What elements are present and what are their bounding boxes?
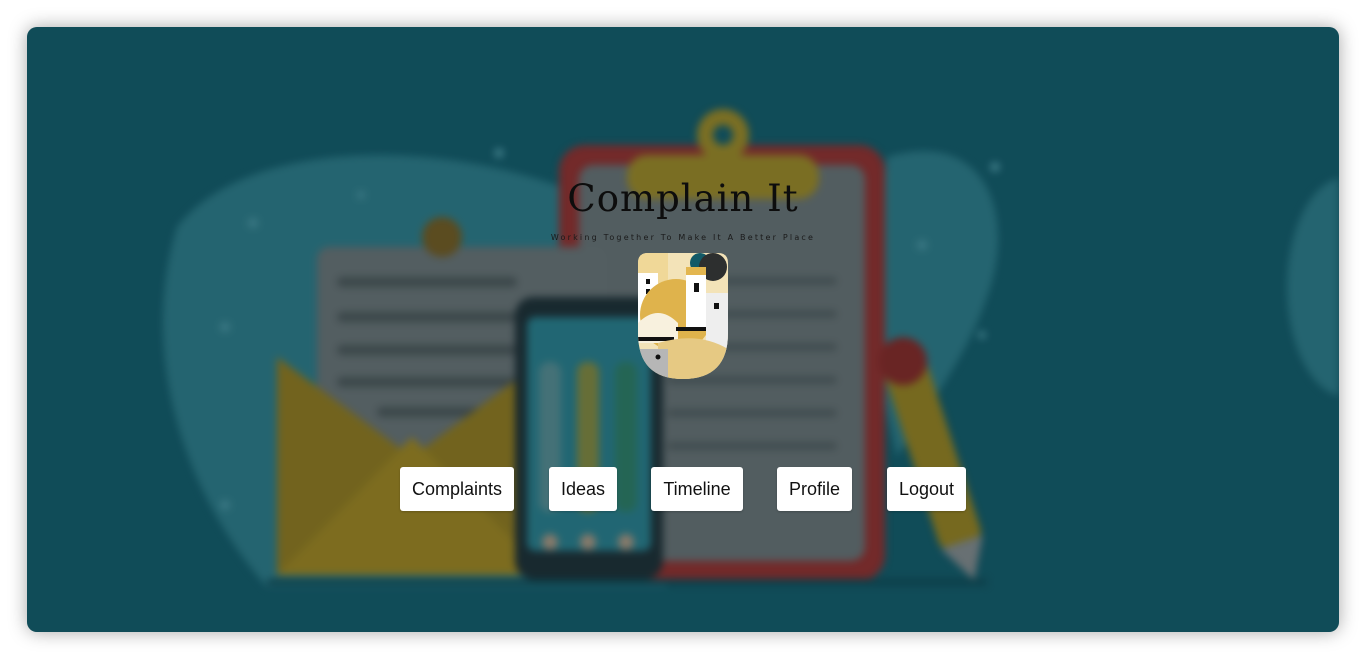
profile-button[interactable]: Profile	[777, 467, 852, 511]
app-tagline: Working Together To Make It A Better Pla…	[550, 233, 816, 242]
ideas-button[interactable]: Ideas	[549, 467, 617, 511]
landing-card: Complain It Working Together To Make It …	[27, 27, 1339, 632]
complaints-button[interactable]: Complaints	[400, 467, 514, 511]
city-logo-icon	[638, 253, 728, 379]
timeline-button[interactable]: Timeline	[651, 467, 743, 511]
app-title: Complain It	[567, 177, 799, 220]
logout-button[interactable]: Logout	[887, 467, 966, 511]
